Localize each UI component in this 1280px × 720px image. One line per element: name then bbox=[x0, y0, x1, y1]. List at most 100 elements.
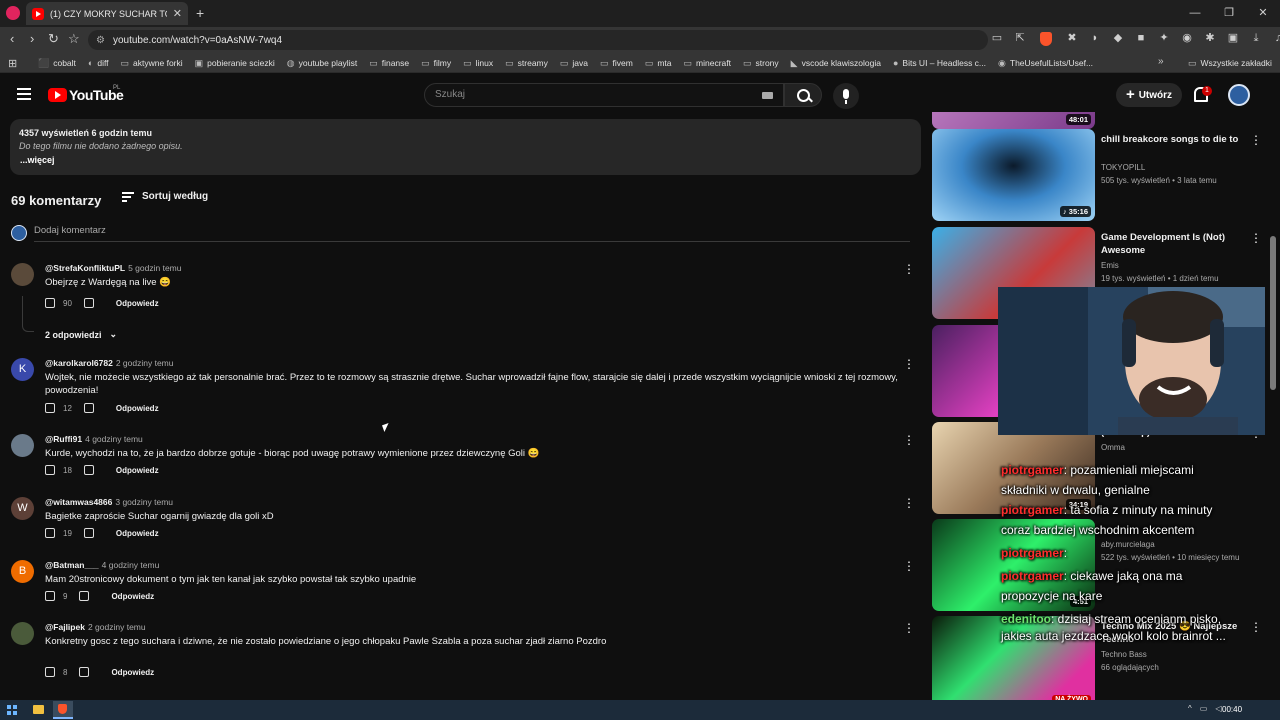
extension-icon[interactable]: ✦ bbox=[1157, 31, 1171, 45]
comment-menu-icon[interactable]: ⋮ bbox=[903, 263, 915, 275]
active-tab[interactable]: (1) CZY MOKRY SUCHAR TO ZA... ✕ bbox=[26, 2, 188, 25]
avatar[interactable] bbox=[11, 263, 34, 286]
comment-author[interactable]: @Batman___ bbox=[45, 560, 99, 570]
bookmark-item[interactable]: ◣ vscode klawiszologia bbox=[791, 58, 881, 69]
youtube-logo-icon[interactable] bbox=[48, 88, 67, 102]
comment-menu-icon[interactable]: ⋮ bbox=[903, 434, 915, 446]
video-thumbnail[interactable]: 48:01 bbox=[932, 112, 1095, 129]
channel-name[interactable]: Emis bbox=[1101, 261, 1119, 270]
bookmark-item[interactable]: ▭ strony bbox=[743, 58, 779, 69]
avatar[interactable] bbox=[11, 622, 34, 645]
bookmark-item[interactable]: ▭ filmy bbox=[421, 58, 451, 69]
extensions-puzzle-icon[interactable]: ✱ bbox=[1203, 31, 1217, 45]
dislike-icon[interactable] bbox=[83, 298, 94, 308]
like-icon[interactable] bbox=[45, 298, 55, 308]
bookmark-item[interactable]: ⬛ cobalt bbox=[38, 58, 76, 69]
show-more-button[interactable]: ...więcej bbox=[20, 155, 55, 165]
bookmark-item[interactable]: ▭ java bbox=[560, 58, 588, 69]
video-title[interactable]: chill breakcore songs to die to bbox=[1101, 133, 1251, 146]
create-button[interactable]: + Utwórz bbox=[1116, 83, 1182, 107]
like-icon[interactable] bbox=[45, 403, 55, 413]
reload-icon[interactable]: ↻ bbox=[48, 31, 59, 47]
comment-menu-icon[interactable]: ⋮ bbox=[903, 358, 915, 370]
menu-hamburger-icon[interactable] bbox=[17, 88, 31, 100]
channel-name[interactable]: Techno Bass bbox=[1101, 650, 1147, 659]
extension-icon[interactable]: ◆ bbox=[1111, 31, 1125, 45]
dislike-icon[interactable] bbox=[79, 667, 90, 677]
like-icon[interactable] bbox=[45, 591, 55, 601]
windows-start-icon[interactable] bbox=[7, 705, 17, 715]
reply-button[interactable]: Odpowiedz bbox=[116, 299, 159, 308]
comment-author[interactable]: @karolkarol6782 bbox=[45, 358, 113, 368]
restore-button[interactable]: ❐ bbox=[1212, 0, 1246, 27]
comment-author[interactable]: @witamwas4866 bbox=[45, 497, 112, 507]
back-icon[interactable]: ‹ bbox=[10, 31, 14, 46]
share-icon[interactable]: ⇱ bbox=[1013, 31, 1027, 45]
comment-time[interactable]: 2 godziny temu bbox=[88, 622, 146, 632]
site-info-icon[interactable]: ⚙ bbox=[96, 35, 105, 46]
bookmark-item[interactable]: ▣ pobieranie sciezki bbox=[195, 58, 275, 69]
dislike-icon[interactable] bbox=[79, 591, 90, 601]
voice-search-button[interactable] bbox=[833, 83, 859, 109]
channel-name[interactable]: Omma bbox=[1101, 443, 1125, 452]
network-icon[interactable]: ▭ bbox=[1200, 704, 1208, 713]
search-button[interactable] bbox=[784, 83, 822, 107]
comment-menu-icon[interactable]: ⋮ bbox=[903, 560, 915, 572]
extension-icon[interactable]: ◗ bbox=[1088, 31, 1102, 45]
brave-taskbar-icon[interactable] bbox=[53, 701, 73, 719]
like-icon[interactable] bbox=[45, 667, 55, 677]
browser-menu-icon[interactable] bbox=[6, 6, 20, 20]
search-input[interactable]: Szukaj bbox=[424, 83, 784, 107]
bookmark-item[interactable]: ▭ finanse bbox=[369, 58, 409, 69]
tray-chevron-icon[interactable]: ^ bbox=[1188, 704, 1192, 713]
reply-button[interactable]: Odpowiedz bbox=[111, 668, 154, 677]
apps-grid-icon[interactable]: ⊞ bbox=[8, 57, 17, 70]
tab-close-icon[interactable]: ✕ bbox=[173, 7, 182, 20]
avatar[interactable]: W bbox=[11, 497, 34, 520]
reply-button[interactable]: Odpowiedz bbox=[116, 529, 159, 538]
comment-time[interactable]: 4 godziny temu bbox=[102, 560, 160, 570]
add-comment-input[interactable]: Dodaj komentarz bbox=[34, 225, 910, 242]
extension-icon[interactable]: ■ bbox=[1134, 31, 1148, 45]
account-avatar[interactable] bbox=[1228, 84, 1250, 106]
avatar[interactable]: K bbox=[11, 358, 34, 381]
extension-icon[interactable]: ✖ bbox=[1065, 31, 1079, 45]
video-menu-icon[interactable]: ⋮ bbox=[1250, 133, 1262, 147]
comment-time[interactable]: 3 godziny temu bbox=[115, 497, 173, 507]
bookmark-item[interactable]: ◐ diff bbox=[88, 58, 109, 68]
all-bookmarks[interactable]: ▭ Wszystkie zakładki bbox=[1188, 53, 1272, 73]
recommended-video[interactable]: 48:01 bbox=[932, 112, 1262, 129]
minimize-button[interactable]: — bbox=[1178, 0, 1212, 27]
bookmark-item[interactable]: ▭ streamy bbox=[505, 58, 548, 69]
video-thumbnail[interactable]: ♪ 35:16 bbox=[932, 129, 1095, 221]
bookmark-icon[interactable]: ☆ bbox=[68, 31, 80, 47]
comment-time[interactable]: 4 godziny temu bbox=[85, 434, 143, 444]
media-icon[interactable]: ♫ bbox=[1272, 31, 1280, 45]
video-menu-icon[interactable]: ⋮ bbox=[1250, 231, 1262, 245]
forward-icon[interactable]: › bbox=[30, 31, 34, 46]
reply-button[interactable]: Odpowiedz bbox=[116, 404, 159, 413]
keyboard-icon[interactable] bbox=[762, 92, 773, 99]
cast-icon[interactable]: ▭ bbox=[990, 31, 1004, 45]
close-window-button[interactable]: ✕ bbox=[1246, 0, 1280, 27]
sort-button[interactable]: Sortuj według bbox=[122, 191, 208, 202]
reply-button[interactable]: Odpowiedz bbox=[116, 466, 159, 475]
sidebar-icon[interactable]: ▣ bbox=[1226, 31, 1240, 45]
brave-shield-icon[interactable] bbox=[1040, 32, 1052, 46]
dislike-icon[interactable] bbox=[83, 465, 94, 475]
dislike-icon[interactable] bbox=[83, 403, 94, 413]
comment-menu-icon[interactable]: ⋮ bbox=[903, 622, 915, 634]
bookmark-item[interactable]: ▭ fivem bbox=[600, 58, 633, 69]
downloads-icon[interactable]: ⤓ bbox=[1249, 31, 1263, 45]
reply-button[interactable]: Odpowiedz bbox=[111, 592, 154, 601]
comment-menu-icon[interactable]: ⋮ bbox=[903, 497, 915, 509]
like-icon[interactable] bbox=[45, 528, 55, 538]
more-bookmarks-icon[interactable]: » bbox=[1158, 56, 1164, 67]
description-box[interactable]: 4357 wyświetleń 6 godzin temu Do tego fi… bbox=[10, 119, 921, 175]
url-text[interactable]: youtube.com/watch?v=0aAsNW-7wq4 bbox=[113, 35, 282, 46]
avatar[interactable]: B bbox=[11, 560, 34, 583]
bookmark-item[interactable]: ▭ minecraft bbox=[684, 58, 731, 69]
extension-icon[interactable]: ◉ bbox=[1180, 31, 1194, 45]
avatar[interactable] bbox=[11, 434, 34, 457]
comment-author[interactable]: @Fajlipek bbox=[45, 622, 85, 632]
